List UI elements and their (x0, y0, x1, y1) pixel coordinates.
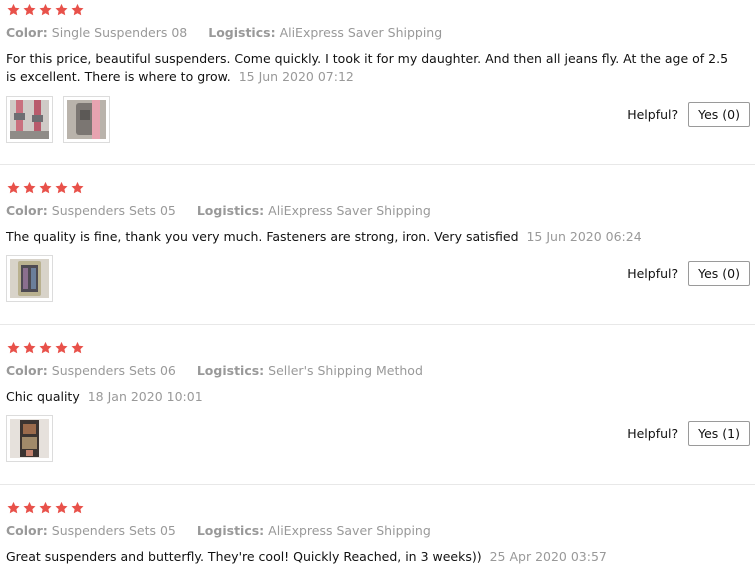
review-photo-thumbnail[interactable] (6, 415, 53, 462)
star-icon (70, 181, 85, 195)
review-text: The quality is fine, thank you very much… (6, 228, 741, 246)
star-icon (38, 181, 53, 195)
star-rating (6, 501, 85, 515)
review-body: Chic quality (6, 389, 80, 404)
star-icon (22, 341, 37, 355)
star-icon (54, 181, 69, 195)
star-icon (6, 341, 21, 355)
review-text: Great suspenders and butterfly. They're … (6, 548, 741, 566)
star-icon (54, 501, 69, 515)
logistics-label: Logistics: (208, 25, 276, 40)
star-icon (70, 341, 85, 355)
review-meta: Color: Suspenders Sets 05 Logistics: Ali… (6, 523, 431, 538)
review-date: 15 Jun 2020 07:12 (238, 69, 354, 84)
helpful-yes-button[interactable]: Yes (0) (688, 261, 750, 286)
review-photo-thumbnail[interactable] (6, 96, 53, 143)
color-label: Color: (6, 203, 48, 218)
review-divider (0, 484, 755, 485)
review-body: The quality is fine, thank you very much… (6, 229, 519, 244)
star-icon (22, 3, 37, 17)
review-meta: Color: Suspenders Sets 06 Logistics: Sel… (6, 363, 423, 378)
review-text: For this price, beautiful suspenders. Co… (6, 50, 741, 86)
color-label: Color: (6, 523, 48, 538)
star-icon (38, 341, 53, 355)
logistics-value: AliExpress Saver Shipping (268, 523, 431, 538)
helpful-vote: Helpful? Yes (0) (627, 261, 750, 286)
review-body: Great suspenders and butterfly. They're … (6, 549, 482, 564)
review-photos (6, 255, 53, 302)
color-label: Color: (6, 25, 48, 40)
review-body: For this price, beautiful suspenders. Co… (6, 51, 729, 84)
color-value: Suspenders Sets 06 (51, 363, 176, 378)
review-date: 18 Jan 2020 10:01 (87, 389, 203, 404)
star-icon (70, 501, 85, 515)
helpful-label: Helpful? (627, 107, 679, 122)
review-photos (6, 415, 53, 462)
star-icon (22, 501, 37, 515)
star-icon (54, 3, 69, 17)
review-meta: Color: Suspenders Sets 05 Logistics: Ali… (6, 203, 431, 218)
color-value: Suspenders Sets 05 (51, 203, 176, 218)
logistics-label: Logistics: (196, 523, 265, 538)
logistics-label: Logistics: (196, 363, 265, 378)
review-photo-thumbnail[interactable] (6, 255, 53, 302)
helpful-yes-button[interactable]: Yes (0) (688, 102, 750, 127)
review-divider (0, 164, 755, 165)
star-icon (70, 3, 85, 17)
review-feed: Color: Single Suspenders 08 Logistics: A… (0, 0, 755, 570)
helpful-label: Helpful? (627, 426, 679, 441)
star-icon (38, 3, 53, 17)
star-icon (54, 341, 69, 355)
helpful-vote: Helpful? Yes (1) (627, 421, 750, 446)
review-date: 15 Jun 2020 06:24 (526, 229, 642, 244)
star-icon (6, 3, 21, 17)
color-value: Single Suspenders 08 (51, 25, 188, 40)
review-date: 25 Apr 2020 03:57 (489, 549, 607, 564)
star-icon (6, 501, 21, 515)
color-value: Suspenders Sets 05 (51, 523, 176, 538)
review-photos (6, 96, 110, 143)
helpful-label: Helpful? (627, 266, 679, 281)
star-icon (6, 181, 21, 195)
review-meta: Color: Single Suspenders 08 Logistics: A… (6, 25, 442, 40)
helpful-yes-button[interactable]: Yes (1) (688, 421, 750, 446)
review-text: Chic quality 18 Jan 2020 10:01 (6, 388, 741, 406)
helpful-vote: Helpful? Yes (0) (627, 102, 750, 127)
star-rating (6, 341, 85, 355)
star-rating (6, 3, 85, 17)
logistics-label: Logistics: (196, 203, 265, 218)
logistics-value: AliExpress Saver Shipping (279, 25, 443, 40)
star-icon (22, 181, 37, 195)
logistics-value: AliExpress Saver Shipping (268, 203, 431, 218)
review-photo-thumbnail[interactable] (63, 96, 110, 143)
review-divider (0, 324, 755, 325)
logistics-value: Seller's Shipping Method (268, 363, 423, 378)
star-rating (6, 181, 85, 195)
star-icon (38, 501, 53, 515)
color-label: Color: (6, 363, 48, 378)
